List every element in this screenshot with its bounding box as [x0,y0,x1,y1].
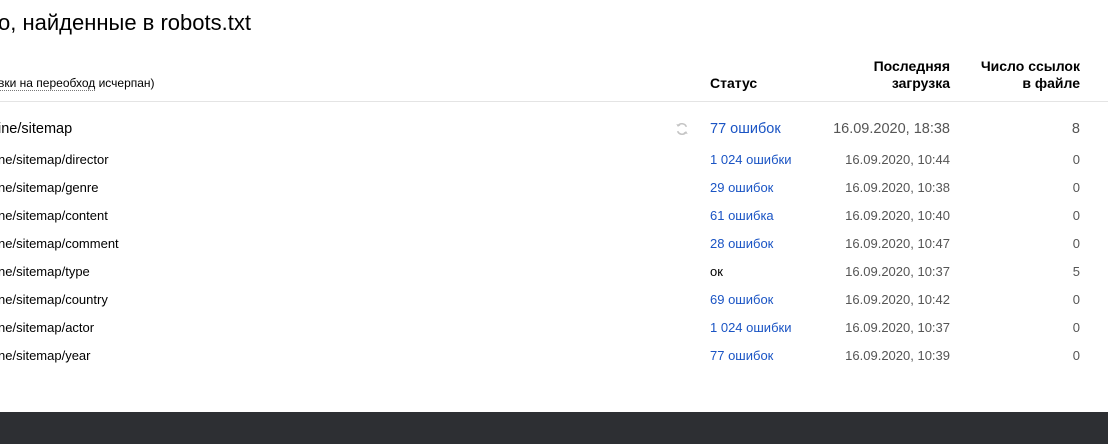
status-ok: ок [710,264,723,279]
last-load-date: 16.09.2020, 10:40 [845,208,950,223]
header-divider [0,101,1108,102]
sitemap-url: ne/sitemap/comment [0,236,119,251]
last-load-date: 16.09.2020, 10:37 [845,264,950,279]
sitemap-url: ine/sitemap [0,121,73,137]
table-row: ne/sitemap/type ок 16.09.2020, 10:37 5 [0,256,1108,284]
refresh-icon[interactable] [675,122,689,136]
page-footer [0,412,1108,444]
last-load-date: 16.09.2020, 10:37 [845,320,950,335]
sitemap-url: ne/sitemap/type [0,264,90,279]
status-errors-link[interactable]: 77 ошибок [710,348,773,363]
links-count: 0 [1072,236,1080,251]
links-count: 5 [1072,264,1080,279]
status-errors-link[interactable]: 1 024 ошибки [710,152,791,167]
table-row: ine/sitemap 77 ошибок 16.09.2020, 18:38 … [0,114,1108,144]
links-count: 0 [1072,180,1080,195]
table-row: ne/sitemap/genre 29 ошибок 16.09.2020, 1… [0,172,1108,200]
links-count: 0 [1072,152,1080,167]
status-errors-link[interactable]: 1 024 ошибки [710,320,791,335]
last-load-date: 16.09.2020, 10:39 [845,348,950,363]
status-errors-link[interactable]: 69 ошибок [710,292,773,307]
sitemap-url: ne/sitemap/country [0,292,108,307]
column-header-links-count-line1: Число ссылок [980,58,1080,74]
table-row: ne/sitemap/content 61 ошибка 16.09.2020,… [0,200,1108,228]
sitemap-url: ne/sitemap/content [0,208,108,223]
table-row: ne/sitemap/country 69 ошибок 16.09.2020,… [0,284,1108,312]
sitemap-url: ne/sitemap/genre [0,180,99,195]
status-errors-link[interactable]: 29 ошибок [710,180,773,195]
recrawl-limit-suffix: исчерпан) [95,76,155,90]
sitemap-table: ine/sitemap 77 ошибок 16.09.2020, 18:38 … [0,114,1108,368]
column-header-last-load-line1: Последняя [873,58,950,74]
last-load-date: 16.09.2020, 10:44 [845,152,950,167]
column-header-status: Статус [710,75,758,91]
table-row: ne/sitemap/comment 28 ошибок 16.09.2020,… [0,228,1108,256]
recrawl-limit-link[interactable]: вки на переобход [0,76,96,91]
last-load-date: 16.09.2020, 10:38 [845,180,950,195]
sitemap-url: ne/sitemap/year [0,348,91,363]
sitemap-url: ne/sitemap/director [0,152,109,167]
links-count: 0 [1072,292,1080,307]
status-errors-link[interactable]: 77 ошибок [710,121,781,137]
page-title: о, найденные в robots.txt [0,10,251,35]
last-load-date: 16.09.2020, 18:38 [833,121,950,137]
status-errors-link[interactable]: 61 ошибка [710,208,774,223]
links-count: 0 [1072,208,1080,223]
sitemap-url: ne/sitemap/actor [0,320,95,335]
column-header-last-load-line2: загрузка [891,75,950,91]
table-row: ne/sitemap/year 77 ошибок 16.09.2020, 10… [0,340,1108,368]
recrawl-limit-note: вки на переобход исчерпан) [0,76,155,91]
table-row: ne/sitemap/actor 1 024 ошибки 16.09.2020… [0,312,1108,340]
last-load-date: 16.09.2020, 10:47 [845,236,950,251]
links-count: 0 [1072,320,1080,335]
links-count: 8 [1071,121,1080,137]
column-header-last-load: Последняя загрузка [874,58,950,92]
column-header-links-count: Число ссылок в файле [981,58,1080,92]
status-errors-link[interactable]: 28 ошибок [710,236,773,251]
last-load-date: 16.09.2020, 10:42 [845,292,950,307]
table-row: ne/sitemap/director 1 024 ошибки 16.09.2… [0,144,1108,172]
links-count: 0 [1072,348,1080,363]
column-header-links-count-line2: в файле [1022,75,1080,91]
